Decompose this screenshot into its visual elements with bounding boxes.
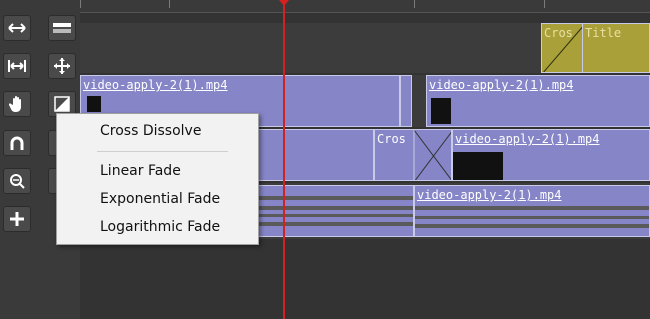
playhead-handle[interactable] (279, 0, 289, 6)
title-label: Title (585, 26, 622, 40)
clip-thumbnail (431, 98, 451, 124)
transition-clip[interactable]: Cros (374, 129, 452, 181)
ruler-tick (169, 0, 170, 8)
menu-item-logarithmic-fade[interactable]: Logarithmic Fade (100, 219, 220, 235)
snap-magnet-icon[interactable] (3, 130, 31, 156)
transition-label: Cros (377, 132, 406, 146)
move-horizontal-icon[interactable] (3, 15, 31, 41)
audio-clip[interactable]: video-apply-2(1).mp4 (414, 185, 650, 237)
clip-label: video-apply-2(1).mp4 (429, 78, 574, 92)
fit-width-icon[interactable] (3, 53, 31, 79)
transition-clip[interactable]: Cros (541, 23, 584, 73)
ripple-icon[interactable] (48, 15, 76, 41)
ruler-tick (414, 0, 415, 8)
video-clip[interactable]: video-apply-2(1).mp4 (452, 129, 650, 181)
menu-item-cross-dissolve[interactable]: Cross Dissolve (100, 123, 201, 139)
time-ruler[interactable] (80, 0, 650, 13)
waveform (415, 224, 649, 228)
add-track-icon[interactable] (3, 206, 31, 232)
ruler-tick (80, 0, 81, 8)
ruler-tick (544, 0, 545, 8)
menu-separator (97, 151, 228, 152)
clip-label: video-apply-2(1).mp4 (83, 78, 228, 92)
hand-tool-icon[interactable] (3, 91, 31, 117)
video-clip[interactable]: video-apply-2(1).mp4 (426, 75, 650, 127)
clip-label: video-apply-2(1).mp4 (455, 132, 600, 146)
zoom-fit-icon[interactable] (3, 168, 31, 194)
clip-thumbnail (453, 152, 503, 180)
move-cross-icon[interactable] (48, 53, 76, 79)
menu-item-exponential-fade[interactable]: Exponential Fade (100, 191, 220, 207)
clip-label: video-apply-2(1).mp4 (417, 188, 562, 202)
menu-item-linear-fade[interactable]: Linear Fade (100, 163, 181, 179)
clip-thumbnail (87, 96, 101, 112)
title-clip[interactable]: Title (582, 23, 650, 73)
transition-context-menu: Cross Dissolve Linear Fade Exponential F… (56, 113, 259, 245)
clip-boundary[interactable] (400, 75, 412, 127)
waveform (415, 216, 649, 219)
waveform (415, 206, 649, 210)
playhead[interactable] (283, 0, 285, 319)
transition-label: Cros (544, 26, 573, 40)
